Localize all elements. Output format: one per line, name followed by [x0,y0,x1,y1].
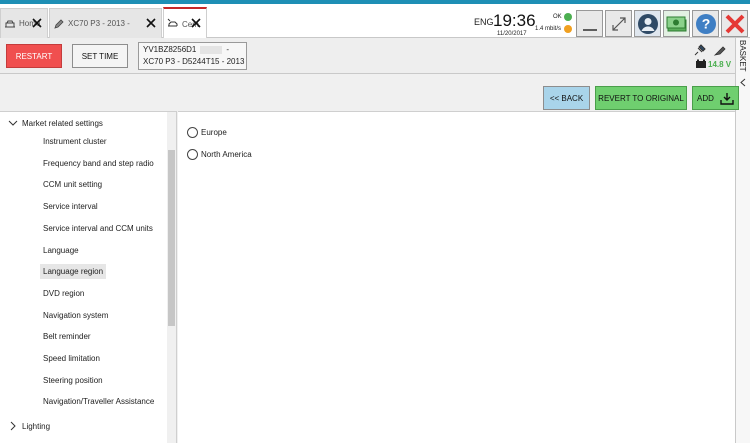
minimize-button[interactable] [576,10,603,37]
money-icon [666,16,686,31]
network-status: OK [553,14,562,20]
basket-label: BASKET [738,40,747,72]
car-wrench-icon [167,18,179,30]
option-label: North America [201,150,252,159]
help-button[interactable]: ? [692,10,719,37]
help-icon: ? [695,13,716,34]
minimize-icon [582,28,597,31]
radio-button[interactable] [187,127,198,138]
battery-icon [696,59,706,68]
expand-icon [611,16,626,31]
user-button[interactable] [634,10,661,37]
add-button[interactable]: ADD [692,86,739,110]
close-tab-icon[interactable] [145,17,157,29]
svg-text:?: ? [701,15,710,31]
chevron-down-icon[interactable] [8,118,18,128]
restart-button[interactable]: RESTART [6,44,62,68]
tree-item[interactable]: Instrument cluster [40,134,110,149]
tab-home[interactable]: Home [0,8,48,38]
tree-node-market-related-settings[interactable]: Market related settings [0,115,103,131]
tree-item[interactable]: Frequency band and step radio [40,156,157,171]
vehicle-toolbar: RESTART SET TIME YV1BZ8256D1 - XC70 P3 - … [0,38,735,74]
close-app-button[interactable] [721,10,748,37]
settings-tree: Market related settings Instrument clust… [0,111,177,443]
user-avatar-icon [637,13,658,34]
tab-bar: Home XC70 P3 - 2013 - Cem ENG 19:36 11/2… [0,4,750,39]
add-button-label: ADD [697,93,714,103]
tree-node-lighting[interactable]: Lighting [0,418,50,434]
radio-button[interactable] [187,149,198,160]
language-indicator[interactable]: ENG [474,17,494,27]
tree-item[interactable]: Steering position [40,373,106,388]
close-icon [725,14,744,33]
connection-plug-icon [694,44,706,56]
tab-cem[interactable]: Cem [163,7,207,39]
chevron-right-icon[interactable] [8,421,18,431]
vehicle-info[interactable]: YV1BZ8256D1 - XC70 P3 - D5244T15 - 2013 [138,42,247,70]
set-time-button[interactable]: SET TIME [72,44,128,68]
tree-node-label: Market related settings [22,118,103,128]
status-ok-dot [564,13,572,21]
status-speed-dot [564,25,572,33]
network-speed: 1.4 mbit/s [535,26,562,32]
vin: YV1BZ8256D1 [143,45,197,54]
chevron-left-icon[interactable] [739,78,748,87]
tree-item[interactable]: CCM unit setting [40,177,105,192]
tree-item[interactable]: DVD region [40,286,87,301]
tree-scroll-thumb[interactable] [168,150,175,326]
tree-item[interactable]: Speed limitation [40,351,103,366]
battery-voltage: 14.8 V [708,60,732,69]
ignition-pen-icon [713,46,726,56]
close-tab-icon[interactable] [190,17,202,29]
tree-item[interactable]: Navigation/Traveller Assistance [40,394,157,409]
tab-vehicle-label: XC70 P3 - 2013 - [68,19,130,28]
clock: 19:36 [493,11,536,30]
main-area: << BACK REVERT TO ORIGINAL ADD Market re… [0,75,739,443]
pen-icon [53,18,65,30]
tree-item[interactable]: Belt reminder [40,329,94,344]
option-europe[interactable]: Europe [187,127,227,138]
vehicle-model: XC70 P3 - D5244T15 - 2013 [143,57,245,66]
tree-item[interactable]: Service interval and CCM units [40,221,156,236]
car-lift-icon [4,18,16,30]
tree-node-label: Lighting [22,421,51,431]
vin-suffix: - [226,45,230,54]
tree-item[interactable]: Service interval [40,199,101,214]
date: 11/20/2017 [497,31,527,37]
revert-to-original-button[interactable]: REVERT TO ORIGINAL [595,86,687,110]
option-label: Europe [201,128,227,137]
money-button[interactable] [663,10,690,37]
vin-redacted [200,45,223,54]
tree-item[interactable]: Navigation system [40,308,111,323]
option-north-america[interactable]: North America [187,149,252,160]
tree-scrollbar[interactable] [167,112,176,443]
tree-item-selected[interactable]: Language region [40,264,107,279]
tab-vehicle[interactable]: XC70 P3 - 2013 - [49,8,162,38]
fullscreen-button[interactable] [605,10,632,37]
download-icon [720,92,734,105]
back-button[interactable]: << BACK [543,86,590,110]
close-tab-icon[interactable] [31,17,43,29]
tree-item[interactable]: Language [40,243,82,258]
options-panel: Europe North America [178,111,735,443]
